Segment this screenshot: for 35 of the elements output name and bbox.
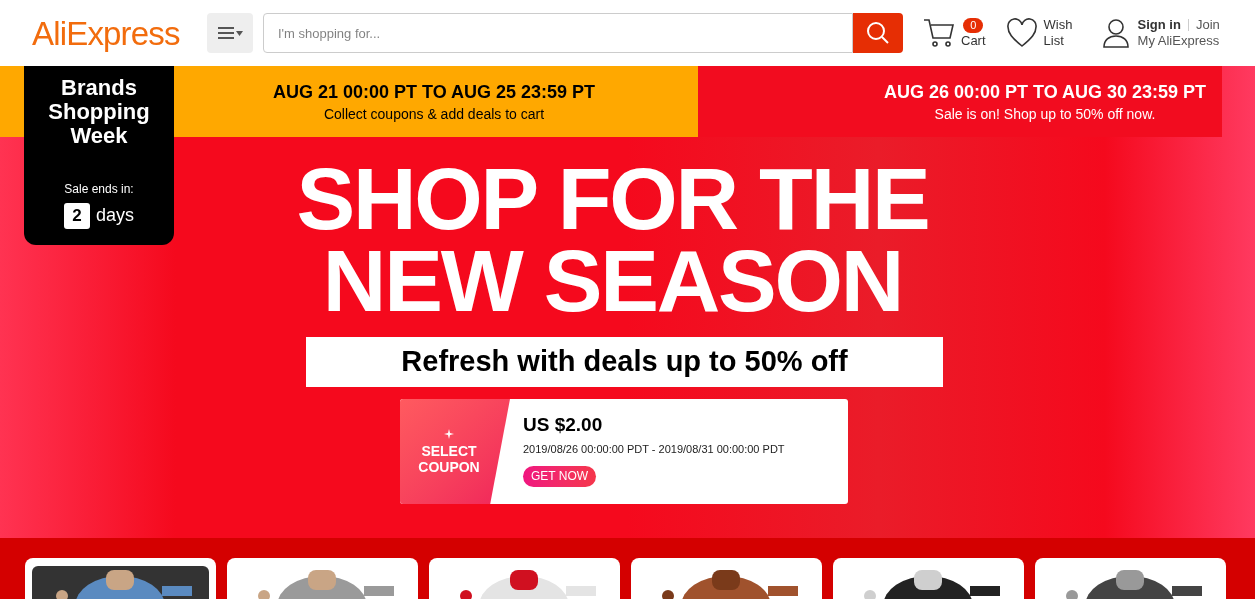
join-link[interactable]: Join (1195, 17, 1220, 33)
category-menu-button[interactable] (207, 13, 253, 53)
cart-link[interactable]: Cart (961, 32, 986, 49)
menu-icon (216, 26, 244, 40)
heart-icon[interactable] (1005, 18, 1038, 48)
subtitle: Refresh with deals up to 50% off (306, 337, 943, 387)
product-card[interactable] (25, 558, 216, 599)
search-button[interactable] (853, 13, 903, 53)
wish-list-link[interactable]: Wish List (1043, 17, 1084, 49)
my-account-link[interactable]: My AliExpress (1137, 33, 1220, 49)
get-now-button[interactable]: GET NOW (523, 465, 596, 487)
cart-count-badge: 0 (963, 17, 984, 33)
coupon-validity: 2019/08/26 00:00:00 PDT - 2019/08/31 00:00:00 PDT (523, 442, 785, 457)
phase-note: Collect coupons & add deals to cart (323, 104, 545, 124)
phase-dates: AUG 26 00:00 PT TO AUG 30 23:59 PT (883, 80, 1207, 104)
product-card[interactable] (833, 558, 1024, 599)
countdown-title: Brands Shopping Week (47, 76, 151, 148)
coupon-amount: US $2.00 (523, 413, 604, 437)
sign-in-link[interactable]: Sign in (1137, 17, 1181, 33)
product-card[interactable] (631, 558, 822, 599)
coupon-side-panel[interactable]: SELECT COUPON (400, 399, 510, 504)
headline: NEW SEASON (322, 240, 903, 322)
days-unit: days (96, 204, 134, 227)
product-card[interactable] (1035, 558, 1226, 599)
countdown-label: Sale ends in: (64, 181, 134, 198)
search-icon (866, 21, 890, 45)
coupon-side-label: SELECT COUPON (417, 442, 481, 475)
user-icon[interactable] (1101, 18, 1130, 48)
sparkle-icon (444, 428, 454, 439)
headline: SHOP FOR THE (296, 158, 929, 240)
days-count: 2 (64, 202, 90, 229)
phase-dates: AUG 21 00:00 PT TO AUG 25 23:59 PT (272, 80, 596, 104)
search-field[interactable]: I'm shopping for... (263, 13, 853, 53)
cart-icon[interactable] (923, 18, 955, 48)
phase-note: Sale is on! Shop up to 50% off now. (934, 104, 1156, 124)
